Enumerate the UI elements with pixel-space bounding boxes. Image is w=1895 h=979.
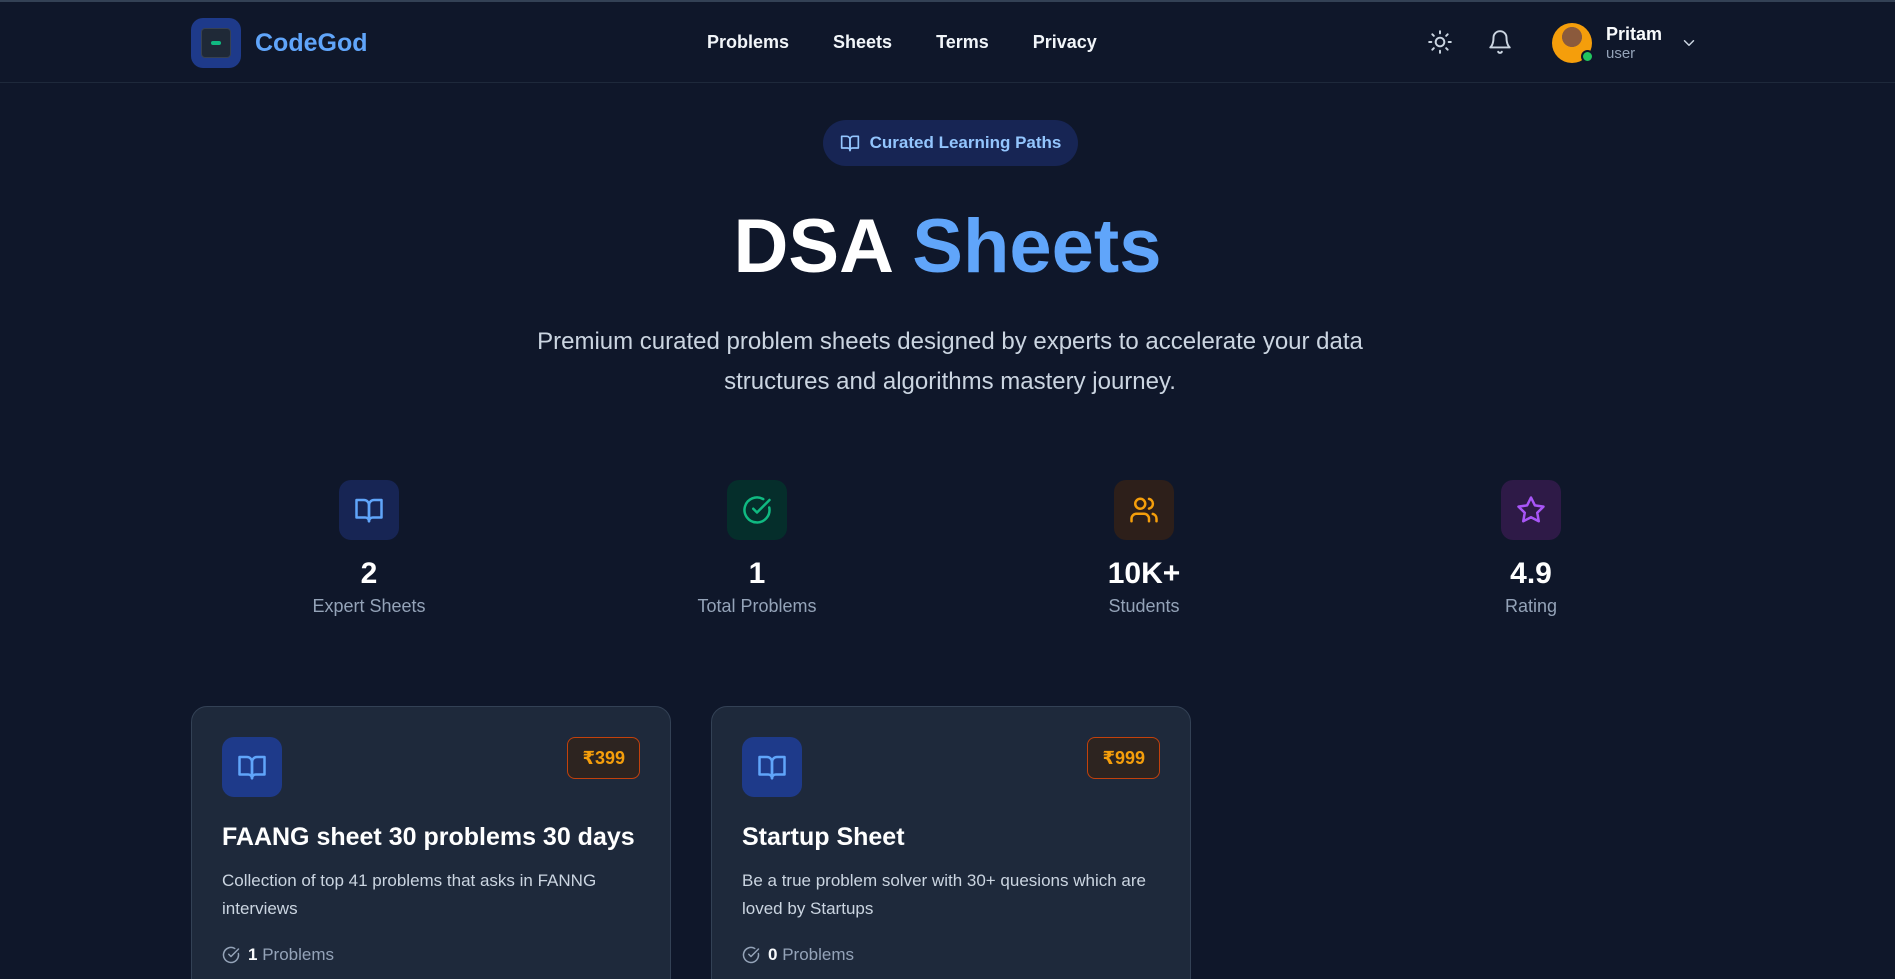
problem-count-value: 0 bbox=[768, 945, 778, 964]
top-navbar: CodeGod Problems Sheets Terms Privacy Pr… bbox=[0, 2, 1895, 83]
page-subtitle: Premium curated problem sheets designed … bbox=[537, 328, 1363, 395]
stat-value: 2 bbox=[360, 557, 378, 590]
problem-count-value: 1 bbox=[248, 945, 258, 964]
sheet-title[interactable]: Startup Sheet bbox=[742, 823, 905, 852]
stat-expert-sheets: 2 Expert Sheets bbox=[259, 480, 479, 617]
stat-rating: 4.9 Rating bbox=[1421, 480, 1641, 617]
sheet-description: Be a true problem solver with 30+ quesio… bbox=[742, 871, 1146, 918]
problem-count-label: Problems bbox=[782, 945, 855, 964]
sheet-title[interactable]: FAANG sheet 30 problems 30 days bbox=[222, 823, 635, 852]
sheet-problem-count: 0 Problems bbox=[742, 945, 854, 965]
badge-label: Curated Learning Paths bbox=[869, 133, 1062, 152]
page-title: DSA Sheets bbox=[0, 202, 1895, 292]
stat-label: Expert Sheets bbox=[312, 596, 426, 616]
theme-toggle-sun-icon[interactable] bbox=[1427, 29, 1453, 55]
avatar bbox=[1552, 23, 1594, 63]
stat-label: Rating bbox=[1504, 596, 1558, 616]
curated-paths-badge: Curated Learning Paths bbox=[823, 120, 1078, 166]
codegod-logo-icon bbox=[191, 18, 241, 68]
stat-label: Total Problems bbox=[697, 596, 817, 616]
stat-students: 10K+ Students bbox=[1034, 480, 1254, 617]
problem-count-label: Problems bbox=[262, 945, 335, 964]
star-icon bbox=[1501, 480, 1561, 540]
book-open-icon bbox=[742, 737, 802, 797]
check-circle-icon bbox=[727, 480, 787, 540]
sheet-problem-count: 1 Problems bbox=[222, 945, 334, 965]
brand-name: CodeGod bbox=[255, 28, 368, 57]
users-icon bbox=[1114, 480, 1174, 540]
check-circle-icon bbox=[742, 946, 760, 964]
notifications-bell-icon[interactable] bbox=[1487, 29, 1513, 55]
book-open-icon bbox=[222, 737, 282, 797]
stat-value: 10K+ bbox=[1107, 557, 1181, 590]
nav-links: Problems Sheets Terms Privacy bbox=[707, 32, 1097, 53]
chevron-down-icon bbox=[1683, 40, 1695, 46]
title-accent: Sheets bbox=[912, 204, 1162, 289]
book-open-icon bbox=[339, 480, 399, 540]
price-badge: ₹399 bbox=[567, 737, 640, 779]
book-open-icon bbox=[840, 135, 859, 152]
nav-link-terms[interactable]: Terms bbox=[936, 32, 989, 53]
sheet-description: Collection of top 41 problems that asks … bbox=[222, 871, 597, 918]
sheet-card-startup[interactable]: ₹999 Startup Sheet Be a true problem sol… bbox=[711, 706, 1191, 979]
nav-link-sheets[interactable]: Sheets bbox=[833, 32, 892, 53]
stat-value: 1 bbox=[748, 557, 766, 590]
nav-link-privacy[interactable]: Privacy bbox=[1033, 32, 1097, 53]
user-name: Pritam bbox=[1606, 24, 1663, 44]
check-circle-icon bbox=[222, 946, 240, 964]
user-menu[interactable]: Pritam user bbox=[1552, 23, 1698, 63]
stat-value: 4.9 bbox=[1510, 557, 1552, 590]
nav-link-problems[interactable]: Problems bbox=[707, 32, 789, 53]
stat-total-problems: 1 Total Problems bbox=[647, 480, 867, 617]
brand-home-link[interactable]: CodeGod bbox=[191, 18, 368, 68]
online-status-dot bbox=[1581, 50, 1594, 63]
title-main: DSA bbox=[733, 204, 892, 289]
price-badge: ₹999 bbox=[1087, 737, 1160, 779]
stat-label: Students bbox=[1108, 596, 1180, 616]
user-role: user bbox=[1606, 45, 1636, 62]
sheet-card-faang[interactable]: ₹399 FAANG sheet 30 problems 30 days Col… bbox=[191, 706, 671, 979]
